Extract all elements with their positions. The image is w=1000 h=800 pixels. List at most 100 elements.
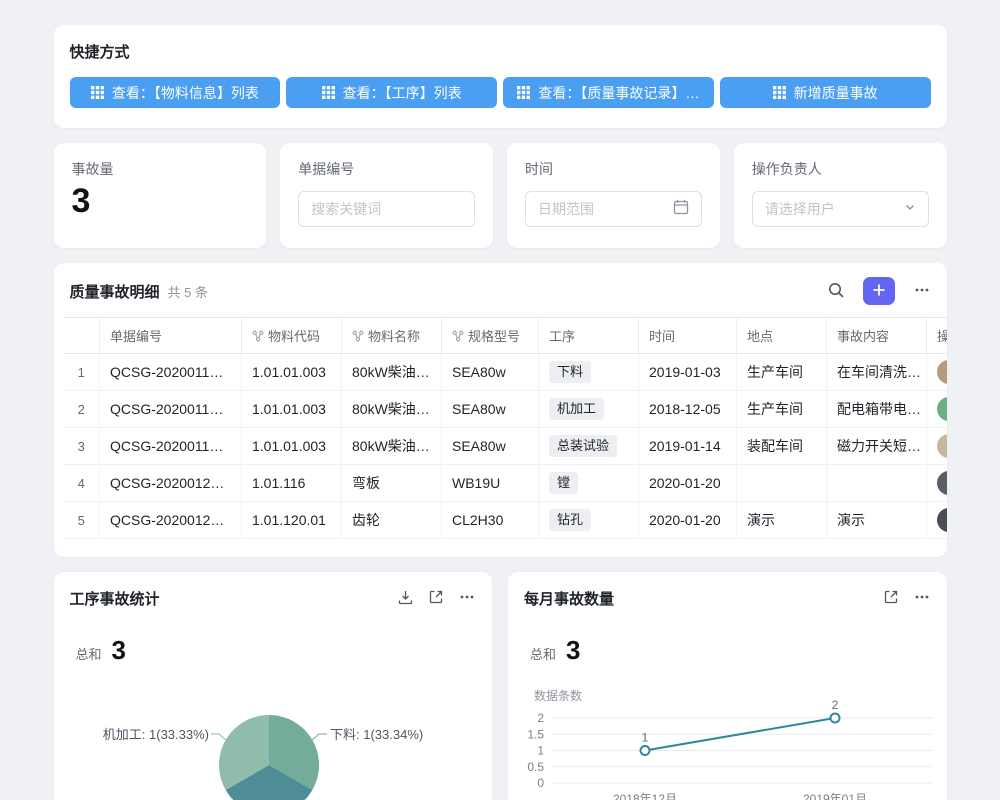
process-pie-chart: 下料: 1(33.34%)总装试验: 1(33.33%)机加工: 1(33.33…	[54, 666, 491, 800]
cell-index: 2	[64, 391, 100, 428]
table-more-actions-button[interactable]	[913, 281, 931, 302]
shortcut-view-accident-records-button[interactable]: 查看：【质量事故记录】…	[503, 77, 714, 108]
shortcut-view-process-list-button[interactable]: 查看：【工序】列表	[286, 77, 497, 108]
column-header-material-code[interactable]: 物料代码	[242, 318, 342, 354]
column-header-operator[interactable]: 操作负责人	[927, 318, 947, 354]
process-stats-card: 工序事故统计	[54, 572, 493, 800]
chart-more-actions-button[interactable]	[913, 588, 931, 609]
column-label: 单据编号	[110, 329, 162, 344]
add-record-button[interactable]	[863, 277, 895, 305]
cell-material-name: 80kW柴油…	[342, 391, 442, 428]
column-label: 操作负责人	[937, 329, 947, 344]
accident-count-card: 事故量 3	[54, 143, 267, 248]
x-tick-label: 2018年12月	[613, 792, 677, 800]
shortcut-new-accident-button[interactable]: 新增质量事故	[720, 77, 931, 108]
search-icon	[827, 281, 845, 302]
shortcut-button-label: 查看：【物料信息】列表	[112, 83, 259, 103]
cell-process: 下料	[539, 354, 639, 391]
relation-field-icon	[252, 330, 264, 342]
chart-row: 工序事故统计	[54, 572, 947, 800]
column-header-material-name[interactable]: 物料名称	[342, 318, 442, 354]
open-in-new-icon	[428, 589, 444, 608]
table-scroll-area[interactable]: 单据编号 物料代码 物料名称规格型号工序时间地点 事故内容 操作负责人 1QCSG-202…	[64, 317, 947, 539]
cell-material-name: 弯板	[342, 465, 442, 502]
shortcut-button-row: 查看：【物料信息】列表 查看：【工序】列表 查看：【质量事故记录】…	[70, 77, 931, 108]
plus-icon	[872, 283, 886, 300]
ellipsis-icon	[913, 588, 931, 609]
monthly-chart-header: 每月事故数量	[508, 588, 947, 609]
column-header-content[interactable]: 事故内容	[827, 318, 927, 354]
column-header-time[interactable]: 时间	[639, 318, 737, 354]
chart-more-actions-button[interactable]	[458, 588, 476, 609]
ellipsis-icon	[913, 281, 931, 302]
cell-doc-no: QCSG-2020011…	[100, 391, 242, 428]
column-label: 地点	[747, 329, 773, 344]
column-label: 事故内容	[837, 329, 889, 344]
data-point[interactable]	[641, 746, 650, 755]
table-row[interactable]: 2QCSG-2020011…1.01.01.00380kW柴油…SEA80w机加…	[64, 391, 947, 428]
calendar-icon	[673, 199, 689, 220]
process-tag: 机加工	[549, 398, 604, 420]
cell-material-name: 齿轮	[342, 502, 442, 539]
shortcut-button-label: 新增质量事故	[794, 83, 878, 103]
process-chart-total: 总和 3	[54, 635, 493, 666]
shortcuts-title: 快捷方式	[70, 41, 931, 62]
date-range-input[interactable]: 日期范围	[525, 191, 702, 227]
table-row[interactable]: 4QCSG-2020012…1.01.116弯板WB19U镗2020-01-20	[64, 465, 947, 502]
column-header-place[interactable]: 地点	[737, 318, 827, 354]
y-tick-label: 0	[537, 776, 544, 790]
y-axis-title: 数据条数	[534, 688, 582, 703]
monthly-chart-title: 每月事故数量	[524, 588, 614, 609]
y-tick-label: 2	[537, 711, 544, 725]
cell-spec: WB19U	[442, 465, 539, 502]
filter-row: 事故量 3 单据编号 时间 日期范围 操作负责人	[54, 143, 947, 248]
chevron-down-icon	[904, 200, 916, 218]
total-value: 3	[566, 635, 580, 666]
process-tag: 镗	[549, 472, 578, 494]
shortcut-view-material-list-button[interactable]: 查看：【物料信息】列表	[70, 77, 281, 108]
point-value-label: 1	[642, 731, 649, 745]
time-filter-card: 时间 日期范围	[507, 143, 720, 248]
column-header-index[interactable]	[64, 318, 100, 354]
operator-select[interactable]: 请选择用户	[752, 191, 929, 227]
y-tick-label: 1	[537, 744, 544, 758]
process-tag: 钻孔	[549, 509, 591, 531]
column-header-spec[interactable]: 规格型号	[442, 318, 539, 354]
doc-no-filter-card: 单据编号	[280, 143, 493, 248]
cell-place: 演示	[737, 502, 827, 539]
grid-icon	[91, 86, 104, 99]
cell-doc-no: QCSG-2020011…	[100, 354, 242, 391]
time-filter-label: 时间	[525, 159, 702, 179]
relation-field-icon	[352, 330, 364, 342]
cell-content: 磁力开关短…	[827, 428, 927, 465]
data-point[interactable]	[831, 714, 840, 723]
download-icon	[397, 589, 414, 609]
cell-index: 3	[64, 428, 100, 465]
shortcut-button-label: 查看：【质量事故记录】…	[538, 83, 699, 103]
fullscreen-button[interactable]	[883, 589, 899, 608]
table-header-row: 单据编号 物料代码 物料名称规格型号工序时间地点 事故内容 操作负责人	[64, 318, 947, 354]
table-row[interactable]: 1QCSG-2020011…1.01.01.00380kW柴油…SEA80w下料…	[64, 354, 947, 391]
cell-content	[827, 465, 927, 502]
shortcut-button-label: 查看：【工序】列表	[343, 83, 462, 103]
operator-select-placeholder: 请选择用户	[765, 199, 904, 219]
table-search-button[interactable]	[827, 281, 845, 302]
cell-operator	[927, 354, 947, 391]
table-row[interactable]: 5QCSG-2020012…1.01.120.01齿轮CL2H30钻孔2020-…	[64, 502, 947, 539]
date-range-placeholder: 日期范围	[538, 199, 673, 219]
cell-content: 演示	[827, 502, 927, 539]
column-header-process[interactable]: 工序	[539, 318, 639, 354]
process-tag: 总装试验	[549, 435, 617, 457]
y-tick-label: 1.5	[527, 727, 544, 741]
operator-filter-label: 操作负责人	[752, 159, 929, 179]
fullscreen-button[interactable]	[428, 589, 444, 608]
table-row[interactable]: 3QCSG-2020011…1.01.01.00380kW柴油…SEA80w总装…	[64, 428, 947, 465]
grid-icon	[322, 86, 335, 99]
cell-doc-no: QCSG-2020012…	[100, 502, 242, 539]
column-header-doc-no[interactable]: 单据编号	[100, 318, 242, 354]
cell-process: 总装试验	[539, 428, 639, 465]
column-label: 物料代码	[268, 329, 320, 344]
doc-no-search-input[interactable]	[311, 201, 462, 217]
export-image-button[interactable]	[397, 589, 414, 609]
process-chart-header: 工序事故统计	[54, 588, 493, 609]
